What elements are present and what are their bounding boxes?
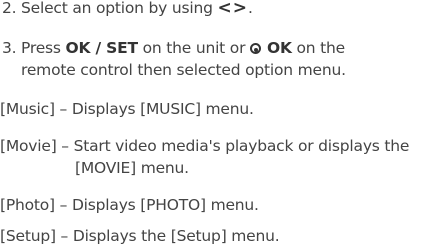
option-setup: [Setup] – Displays the [Setup] menu. [0,226,280,246]
ok-set-key-label: OK / SET [65,39,139,57]
separator: – [55,227,73,245]
step-3-continuation: remote control then selected option menu… [21,61,346,79]
circle-dot-icon [249,43,261,54]
option-photo-term: [Photo] [0,196,55,214]
step-3-text-before: Press [21,39,66,57]
option-movie-continuation: [MOVIE] menu. [75,159,189,177]
ok-key-label: OK [266,39,292,57]
option-music: [Music] – Displays [MUSIC] menu. [0,99,254,119]
option-photo: [Photo] – Displays [PHOTO] menu. [0,195,259,215]
step-3-number: 3. [2,39,17,57]
option-movie-description: Start video media's playback or displays… [73,137,410,155]
step-2-text: Select an option by using [21,0,218,17]
left-right-arrows-glyph: <> [217,0,248,18]
step-3-text-after: on the [291,39,346,57]
step-2-period: . [247,0,253,17]
step-3: 3. Press OK / SET on the unit or OK on th… [2,38,345,58]
separator: – [54,100,72,118]
option-music-description: Displays [MUSIC] menu. [71,100,254,118]
step-3-text-middle: on the unit or [137,39,250,57]
option-movie: [Movie] – Start video media's playback o… [0,136,409,156]
option-movie-term: [Movie] [0,137,57,155]
separator: – [54,196,72,214]
option-setup-description: Displays the [Setup] menu. [72,227,280,245]
step-2-number: 2. [2,0,17,17]
option-photo-description: Displays [PHOTO] menu. [71,196,259,214]
step-2: 2. Select an option by using <>. [2,0,253,18]
separator: – [56,137,74,155]
manual-page: 2. Select an option by using <>. 3. Press … [0,0,440,246]
option-setup-term: [Setup] [0,227,56,245]
option-music-term: [Music] [0,100,55,118]
